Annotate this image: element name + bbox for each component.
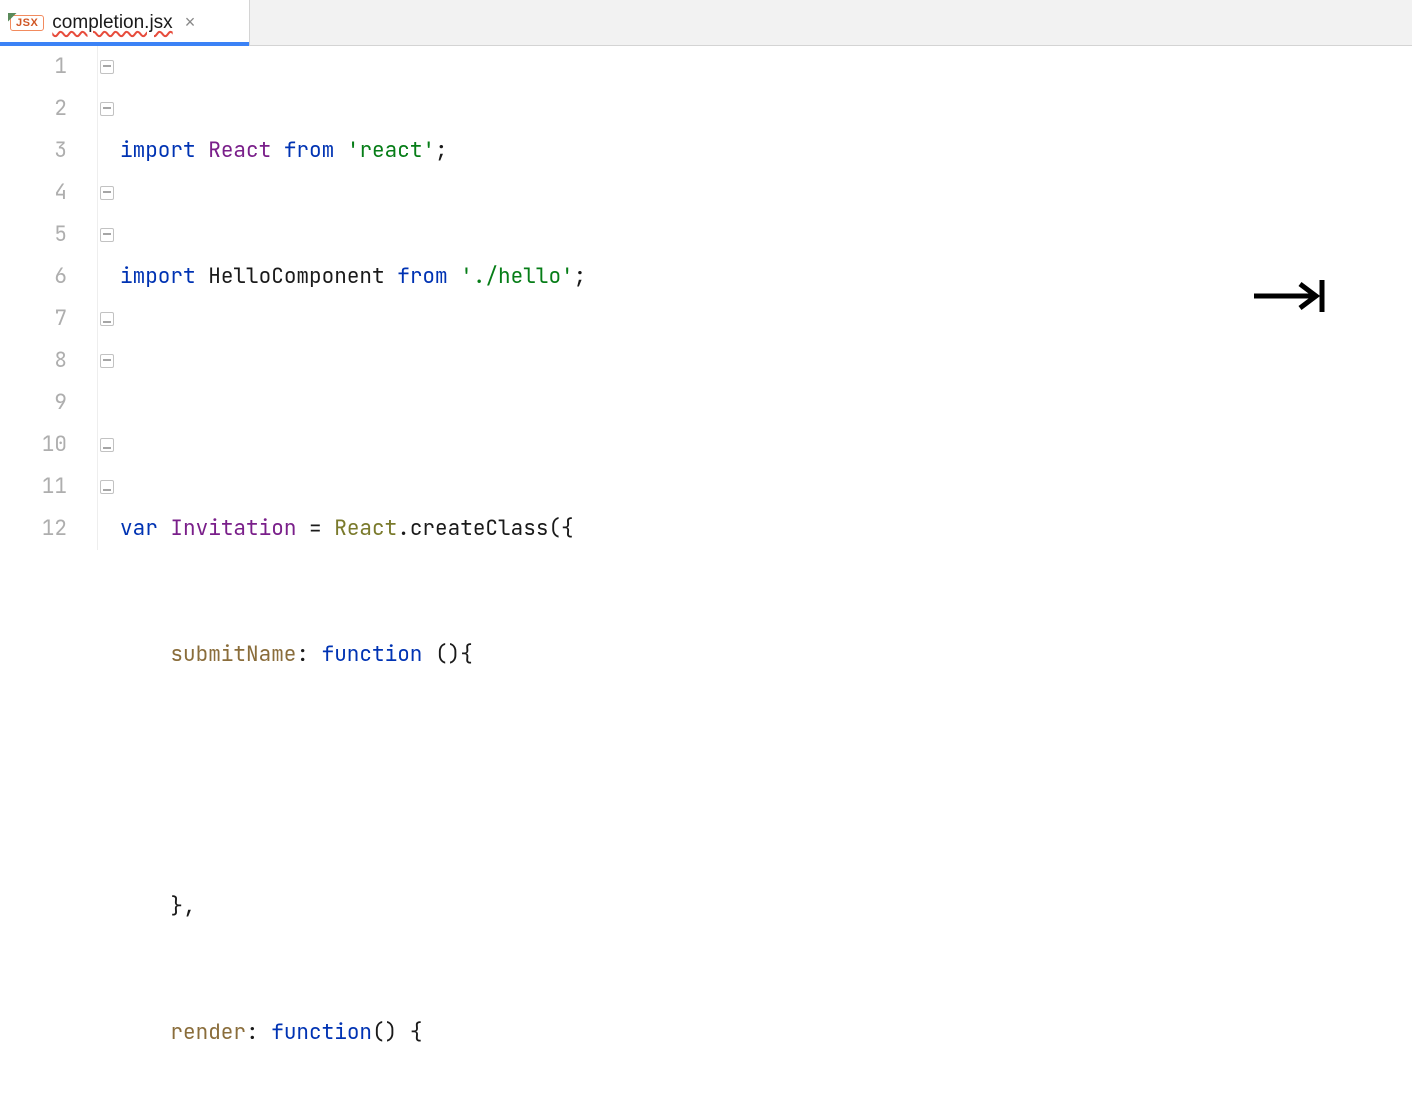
line-number: 11 (0, 466, 67, 508)
fold-marker-icon[interactable] (100, 312, 114, 326)
tab-bar: JSX completion.jsx × (0, 0, 1412, 46)
line-number: 9 (0, 382, 67, 424)
line-number: 1 (0, 46, 67, 88)
fold-marker-icon[interactable] (100, 480, 114, 494)
line-number: 7 (0, 298, 67, 340)
line-number: 12 (0, 508, 67, 550)
code-line: render: function() { (120, 1012, 1412, 1054)
fold-column (98, 46, 120, 550)
tab-filename: completion.jsx (52, 12, 172, 34)
editor-area: 1 2 3 4 5 6 7 8 9 10 11 12 import React … (0, 46, 1412, 550)
fold-marker-icon[interactable] (100, 438, 114, 452)
tab-jump-icon[interactable] (1176, 236, 1328, 371)
file-tab[interactable]: JSX completion.jsx × (0, 0, 250, 45)
line-number: 5 (0, 214, 67, 256)
fold-marker-icon[interactable] (100, 354, 114, 368)
code-editor[interactable]: import React from 'react'; import HelloC… (98, 46, 1412, 550)
code-line: submitName: function (){ (120, 634, 1412, 676)
line-number: 6 (0, 256, 67, 298)
fold-marker-icon[interactable] (100, 60, 114, 74)
code-line: var Invitation = React.createClass({ (120, 508, 1412, 550)
jsx-file-icon: JSX (10, 15, 44, 31)
line-number-gutter: 1 2 3 4 5 6 7 8 9 10 11 12 (0, 46, 98, 550)
code-line (120, 382, 1412, 424)
fold-marker-icon[interactable] (100, 186, 114, 200)
code-line (120, 760, 1412, 802)
line-number: 3 (0, 130, 67, 172)
line-number: 4 (0, 172, 67, 214)
fold-marker-icon[interactable] (100, 228, 114, 242)
close-icon[interactable]: × (185, 12, 196, 33)
line-number: 8 (0, 340, 67, 382)
code-line: }, (120, 886, 1412, 928)
code-line: import React from 'react'; (120, 130, 1412, 172)
line-number: 10 (0, 424, 67, 466)
fold-marker-icon[interactable] (100, 102, 114, 116)
line-number: 2 (0, 88, 67, 130)
